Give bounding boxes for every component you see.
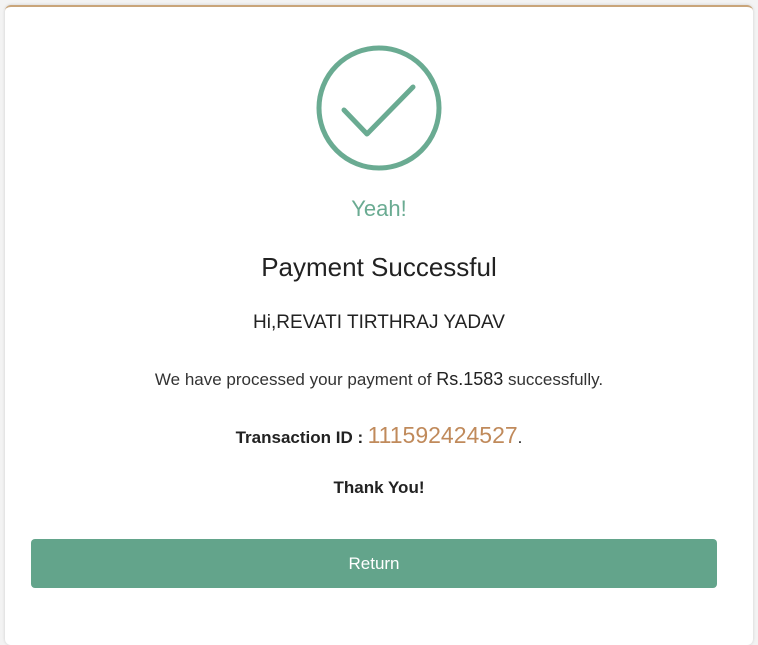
page-title: Payment Successful <box>261 252 497 282</box>
transaction-id: 111592424527 <box>367 422 518 448</box>
check-circle-icon <box>316 45 442 171</box>
payment-processed-message: We have processed your payment of Rs.158… <box>5 369 753 390</box>
transaction-row: Transaction ID : 111592424527. <box>5 422 753 449</box>
processed-suffix: successfully. <box>503 370 604 389</box>
transaction-label: Transaction ID : <box>235 428 364 447</box>
processed-prefix: We have processed your payment of <box>154 370 437 389</box>
success-exclamation: Yeah! <box>351 196 407 221</box>
greeting-text: Hi,REVATI TIRTHRAJ YADAV <box>253 312 505 333</box>
thank-you-text: Thank You! <box>333 478 425 497</box>
return-button[interactable]: Return <box>31 539 717 588</box>
payment-amount: Rs.1583 <box>436 369 504 389</box>
transaction-trailing: . <box>517 428 523 447</box>
